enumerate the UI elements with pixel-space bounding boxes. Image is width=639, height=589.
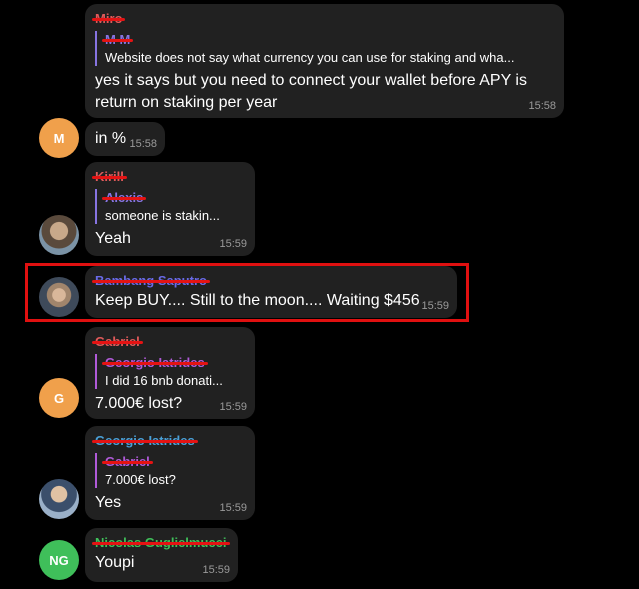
message-time: 15:59 [202, 564, 230, 576]
sender-name[interactable]: Gabriel [92, 334, 143, 350]
reply-quote[interactable]: Georgio Iatrides I did 16 bnb donati... [95, 354, 245, 389]
sender-name[interactable]: Georgio Iatrides [92, 433, 198, 449]
highlight-box [25, 263, 469, 322]
avatar[interactable]: NG [39, 540, 79, 580]
message-time: 15:58 [129, 138, 157, 150]
reply-sender-name: M M [102, 32, 134, 47]
avatar[interactable]: M [39, 118, 79, 158]
reply-sender-name: Georgio Iatrides [102, 355, 208, 370]
redaction-line [102, 197, 147, 200]
message-bubble[interactable]: Gabriel Georgio Iatrides I did 16 bnb do… [85, 327, 255, 419]
reply-quote[interactable]: Gabriel 7.000€ lost? [95, 453, 245, 488]
message-time: 15:59 [219, 502, 247, 514]
message-bubble[interactable]: Miro M M Website does not say what curre… [85, 4, 564, 118]
message-time: 15:59 [219, 238, 247, 250]
sender-name[interactable]: Miro [92, 11, 126, 27]
redaction-line [92, 440, 198, 443]
reply-sender-name: Alexis [102, 190, 147, 205]
redaction-line [92, 18, 126, 21]
redaction-line [92, 341, 143, 344]
message-time: 15:58 [528, 100, 556, 112]
redaction-line [92, 542, 230, 545]
message-bubble[interactable]: Kirill Alexis someone is stakin... Yeah … [85, 162, 255, 256]
reply-text: 7.000€ lost? [105, 472, 176, 487]
sender-name[interactable]: Nicolas Guglielmucci [92, 535, 230, 551]
avatar[interactable] [39, 215, 79, 255]
message-time: 15:59 [219, 401, 247, 413]
sender-name[interactable]: Kirill [92, 169, 127, 185]
message-bubble[interactable]: Georgio Iatrides Gabriel 7.000€ lost? Ye… [85, 426, 255, 520]
avatar[interactable]: G [39, 378, 79, 418]
reply-text: I did 16 bnb donati... [105, 373, 223, 388]
redaction-line [102, 362, 208, 365]
message-text: in % [95, 130, 127, 147]
reply-sender-name: Gabriel [102, 454, 153, 469]
message-bubble[interactable]: Nicolas Guglielmucci Youpi 15:59 [85, 528, 238, 582]
reply-text: Website does not say what currency you c… [105, 50, 515, 65]
message-text: yes it says but you need to connect your… [95, 72, 527, 111]
reply-quote[interactable]: Alexis someone is stakin... [95, 189, 245, 224]
reply-text: someone is stakin... [105, 208, 220, 223]
redaction-line [92, 176, 127, 179]
message-bubble[interactable]: in % 15:58 [85, 122, 165, 156]
redaction-line [102, 39, 134, 42]
redaction-line [102, 461, 153, 464]
avatar[interactable] [39, 479, 79, 519]
reply-quote[interactable]: M M Website does not say what currency y… [95, 31, 554, 66]
